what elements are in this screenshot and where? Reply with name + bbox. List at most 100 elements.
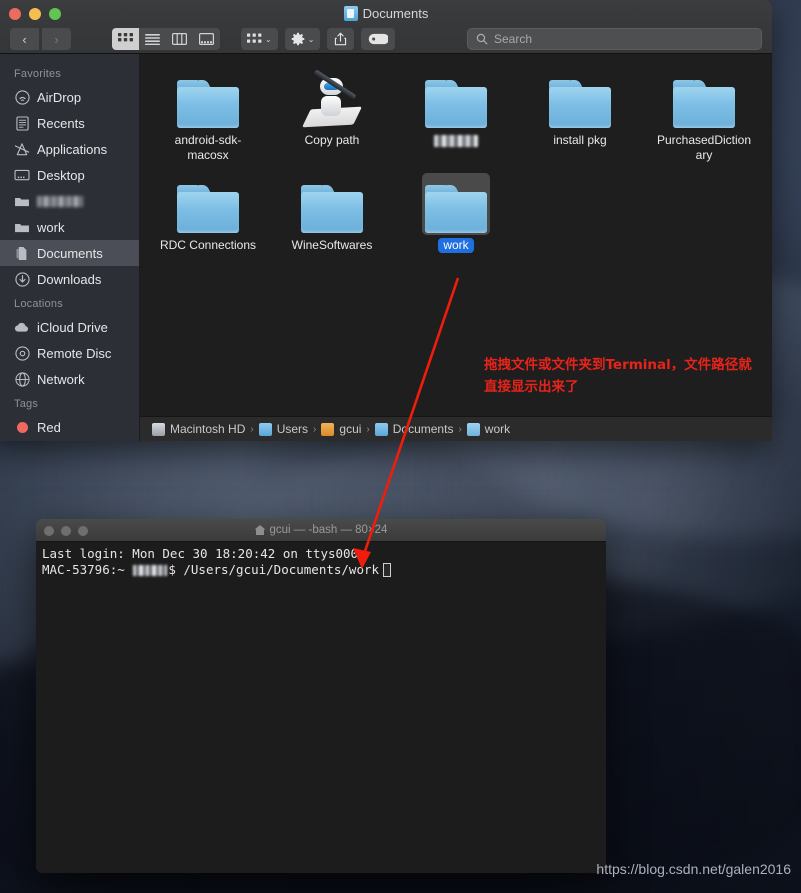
desktop-icon <box>14 167 30 183</box>
sidebar-item-airdrop[interactable]: AirDrop <box>0 84 139 110</box>
breadcrumb-users[interactable]: Users <box>258 422 308 436</box>
terminal-prompt-symbol: $ <box>168 562 176 577</box>
finder-toolbar: ‹ › ⌄ ⌄ Search <box>0 24 772 54</box>
sidebar-section-header: Tags <box>14 398 39 410</box>
breadcrumb-macintosh-hd[interactable]: Macintosh HD <box>152 422 245 436</box>
file-item[interactable]: android-sdk-macosx <box>146 68 270 163</box>
network-icon <box>14 371 30 387</box>
folder-icon <box>177 80 239 128</box>
maximize-button[interactable] <box>78 526 88 536</box>
sidebar-item-label: Documents <box>37 245 103 261</box>
file-grid-area[interactable]: android-sdk-macosx Copy path install pkg… <box>140 54 772 441</box>
sidebar-item-documents[interactable]: Documents <box>0 240 139 266</box>
watermark: https://blog.csdn.net/galen2016 <box>596 861 791 877</box>
file-label: Copy path <box>304 133 360 147</box>
file-item[interactable]: Copy path <box>270 68 394 163</box>
sidebar-item-label: work <box>37 219 65 235</box>
sidebar-item-network[interactable]: Network <box>0 366 139 392</box>
file-label: install pkg <box>553 133 607 147</box>
sidebar-item-label: Network <box>37 371 85 387</box>
column-view-button[interactable] <box>166 28 193 50</box>
file-icon <box>546 68 614 130</box>
action-menu-button[interactable]: ⌄ <box>284 28 321 50</box>
terminal-line-login: Last login: Mon Dec 30 18:20:42 on ttys0… <box>42 546 600 562</box>
sidebar-item-redacted-folder[interactable] <box>0 188 139 214</box>
folder-icon <box>14 219 30 235</box>
gallery-view-icon <box>199 33 214 45</box>
sidebar-item-label: Red <box>37 419 61 435</box>
sidebar-item-label: iCloud Drive <box>37 319 108 335</box>
terminal-output[interactable]: Last login: Mon Dec 30 18:20:42 on ttys0… <box>36 542 606 582</box>
share-icon <box>335 32 347 46</box>
file-item[interactable]: WineSoftwares <box>270 173 394 253</box>
users-folder-icon <box>258 422 272 436</box>
breadcrumb-label: Macintosh HD <box>170 422 246 436</box>
file-icon <box>298 68 366 130</box>
breadcrumb-gcui[interactable]: gcui <box>321 422 361 436</box>
file-item[interactable]: install pkg <box>518 68 642 163</box>
sidebar-item-tag-red[interactable]: Red <box>0 414 139 440</box>
file-label: work <box>438 238 474 253</box>
hard-disk-icon <box>152 422 165 436</box>
arrange-by-button[interactable]: ⌄ <box>241 28 278 50</box>
file-icon <box>670 68 738 130</box>
documents-icon <box>14 245 30 261</box>
documents-folder-icon <box>374 422 388 436</box>
breadcrumb-work[interactable]: work <box>466 422 511 436</box>
close-button[interactable] <box>44 526 54 536</box>
sidebar-item-applications[interactable]: Applications <box>0 136 139 162</box>
breadcrumb-documents[interactable]: Documents <box>374 422 454 436</box>
search-field[interactable]: Search <box>467 28 762 50</box>
sidebar-item-icloud-drive[interactable]: iCloud Drive <box>0 314 139 340</box>
folder-icon <box>549 80 611 128</box>
back-button[interactable]: ‹ <box>10 28 39 50</box>
icon-view-button[interactable] <box>112 28 139 50</box>
terminal-title-text: gcui — -bash — 80×24 <box>269 524 388 536</box>
forward-button[interactable]: › <box>42 28 71 50</box>
file-label: RDC Connections <box>159 238 257 252</box>
home-folder-icon <box>321 422 335 436</box>
folder-icon <box>466 422 480 436</box>
minimize-button[interactable] <box>61 526 71 536</box>
sidebar-item-remote-disc[interactable]: Remote Disc <box>0 340 139 366</box>
home-icon <box>254 525 266 535</box>
tag-button[interactable] <box>361 28 396 50</box>
sidebar-item-work[interactable]: work <box>0 214 139 240</box>
recents-icon <box>14 115 30 131</box>
screen: Documents ‹ › ⌄ ⌄ Search Favorites AirDr… <box>0 0 801 893</box>
folder-icon <box>14 193 30 209</box>
automator-robot-icon <box>301 69 363 128</box>
folder-icon <box>425 185 487 233</box>
sidebar-item-desktop[interactable]: Desktop <box>0 162 139 188</box>
gallery-view-button[interactable] <box>193 28 220 50</box>
path-separator: › <box>313 423 317 435</box>
folder-icon <box>301 185 363 233</box>
search-placeholder: Search <box>494 32 533 46</box>
terminal-dragged-path: /Users/gcui/Documents/work <box>175 562 380 577</box>
finder-window: Documents ‹ › ⌄ ⌄ Search Favorites AirDr… <box>0 0 772 441</box>
view-mode-segmented-control <box>112 28 220 50</box>
breadcrumb-label: work <box>484 422 511 436</box>
path-separator: › <box>250 423 254 435</box>
breadcrumb-label: Documents <box>392 422 454 436</box>
terminal-window-controls[interactable] <box>44 526 88 536</box>
nav-buttons: ‹ › <box>10 28 71 50</box>
sidebar-item-label: Downloads <box>37 271 102 287</box>
window-title-text: Documents <box>362 6 429 21</box>
file-item[interactable]: RDC Connections <box>146 173 270 253</box>
annotation-text: 拖拽文件或文件夹到Terminal，文件路径就 直接显示出来了 <box>484 357 752 395</box>
list-view-button[interactable] <box>139 28 166 50</box>
sidebar-item-downloads[interactable]: Downloads <box>0 266 139 292</box>
share-button[interactable] <box>327 28 355 50</box>
arrange-grid-icon <box>247 33 262 43</box>
applications-icon <box>14 141 30 157</box>
file-item[interactable] <box>394 68 518 163</box>
chevron-down-icon: ⌄ <box>265 34 272 44</box>
path-separator: › <box>458 423 462 435</box>
window-title: Documents <box>0 6 772 21</box>
icon-view-icon <box>118 33 133 42</box>
file-item-selected[interactable]: work <box>394 173 518 253</box>
sidebar-item-recents[interactable]: Recents <box>0 110 139 136</box>
file-item[interactable]: PurchasedDictionary <box>642 68 766 163</box>
path-bar: Macintosh HD › Users › gcui › Documents … <box>140 416 772 441</box>
